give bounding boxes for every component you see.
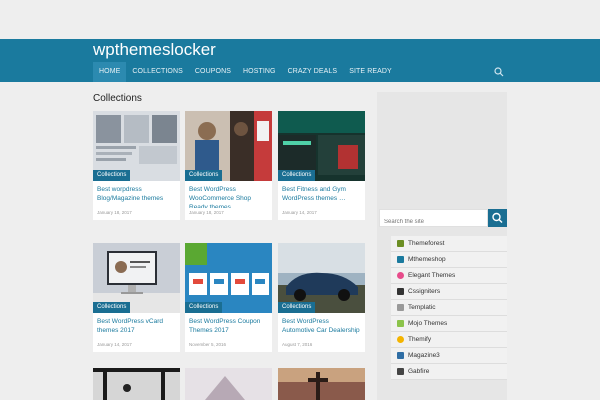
post-thumbnail[interactable]: Collections xyxy=(93,243,180,313)
nav-item-home[interactable]: HOME xyxy=(93,62,127,82)
templatic-icon xyxy=(397,304,404,311)
category-badge[interactable]: Collections xyxy=(93,170,131,181)
search-field[interactable] xyxy=(379,209,488,230)
mthemeshop-icon xyxy=(397,256,404,263)
link-label[interactable]: Mthemeshop xyxy=(408,252,446,268)
post-card[interactable] xyxy=(185,368,272,400)
category-badge[interactable]: Collections xyxy=(185,302,223,313)
list-item[interactable]: Mojo Themes xyxy=(391,316,507,332)
list-item[interactable]: Mthemeshop xyxy=(391,252,507,268)
main-nav: HOME COLLECTIONS COUPONS HOSTING CRAZY D… xyxy=(0,62,600,82)
themify-icon xyxy=(397,336,404,343)
post-card[interactable]: Collections Best Fitness and Gym WordPre… xyxy=(278,111,365,220)
category-badge[interactable]: Collections xyxy=(278,170,316,181)
post-thumbnail[interactable] xyxy=(185,368,272,400)
post-thumbnail[interactable]: Collections xyxy=(185,243,272,313)
category-badge[interactable]: Collections xyxy=(185,170,223,181)
post-title[interactable]: Best WordPress Coupon Themes 2017 xyxy=(185,313,272,340)
category-badge[interactable]: Collections xyxy=(278,302,316,313)
list-item[interactable]: Themify xyxy=(391,332,507,348)
list-item[interactable]: Gabfire xyxy=(391,364,507,380)
page-title: Collections xyxy=(93,93,142,104)
post-date: August 7, 2016 xyxy=(282,342,313,347)
search-button[interactable] xyxy=(488,209,507,227)
post-title[interactable]: Best worpdress Blog/Magazine themes xyxy=(93,181,180,208)
mojo-themes-icon xyxy=(397,320,404,327)
list-item[interactable]: Elegant Themes xyxy=(391,268,507,284)
post-thumbnail[interactable]: Collections xyxy=(93,111,180,181)
gabfire-icon xyxy=(397,368,404,375)
post-card[interactable] xyxy=(278,368,365,400)
elegant-themes-icon xyxy=(397,272,404,279)
post-card[interactable]: Collections Best worpdress Blog/Magazine… xyxy=(93,111,180,220)
post-thumbnail[interactable] xyxy=(278,368,365,400)
link-label[interactable]: Themeforest xyxy=(408,236,445,252)
link-label[interactable]: Gabfire xyxy=(408,364,429,380)
search-icon xyxy=(492,212,503,223)
sponsor-links: Themeforest Mthemeshop Elegant Themes Cs… xyxy=(391,236,507,380)
post-card[interactable]: Collections Best WordPress WooCommerce S… xyxy=(185,111,272,220)
link-label[interactable]: Templatic xyxy=(408,300,435,316)
nav-item-crazy-deals[interactable]: CRAZY DEALS xyxy=(282,62,344,82)
magazine3-icon xyxy=(397,352,404,359)
list-item[interactable]: Cssigniters xyxy=(391,284,507,300)
post-thumbnail[interactable]: Collections xyxy=(278,111,365,181)
search-input[interactable] xyxy=(380,214,487,230)
nav-item-site-ready[interactable]: SITE READY xyxy=(343,62,398,82)
post-thumbnail[interactable]: Collections xyxy=(278,243,365,313)
post-title[interactable]: Best WordPress vCard themes 2017 xyxy=(93,313,180,340)
link-label[interactable]: Elegant Themes xyxy=(408,268,455,284)
post-date: January 14, 2017 xyxy=(97,342,132,347)
post-date: January 18, 2017 xyxy=(189,210,224,215)
list-item[interactable]: Themeforest xyxy=(391,236,507,252)
list-item[interactable]: Magazine3 xyxy=(391,348,507,364)
post-date: November 5, 2016 xyxy=(189,342,227,347)
post-title[interactable]: Best Fitness and Gym WordPress themes … xyxy=(278,181,365,208)
post-card[interactable] xyxy=(93,368,180,400)
cssigniters-icon xyxy=(397,288,404,295)
post-card[interactable]: Collections Best WordPress Coupon Themes… xyxy=(185,243,272,352)
post-date: January 18, 2017 xyxy=(97,210,132,215)
post-title[interactable]: Best WordPress WooCommerce Shop Ready th… xyxy=(185,181,272,208)
link-label[interactable]: Magazine3 xyxy=(408,348,440,364)
site-title[interactable]: wpthemeslocker xyxy=(93,39,216,61)
post-title[interactable]: Best WordPress Automotive Car Dealership… xyxy=(278,313,365,340)
post-thumbnail[interactable]: Collections xyxy=(185,111,272,181)
post-thumbnail[interactable] xyxy=(93,368,180,400)
link-label[interactable]: Themify xyxy=(408,332,431,348)
list-item[interactable]: Templatic xyxy=(391,300,507,316)
link-label[interactable]: Cssigniters xyxy=(408,284,440,300)
nav-item-collections[interactable]: COLLECTIONS xyxy=(126,62,189,82)
search-icon[interactable] xyxy=(494,67,504,77)
nav-item-coupons[interactable]: COUPONS xyxy=(189,62,237,82)
category-badge[interactable]: Collections xyxy=(93,302,131,313)
post-date: January 14, 2017 xyxy=(282,210,317,215)
nav-item-hosting[interactable]: HOSTING xyxy=(237,62,282,82)
themeforest-icon xyxy=(397,240,404,247)
post-card[interactable]: Collections Best WordPress Automotive Ca… xyxy=(278,243,365,352)
link-label[interactable]: Mojo Themes xyxy=(408,316,447,332)
post-card[interactable]: Collections Best WordPress vCard themes … xyxy=(93,243,180,352)
